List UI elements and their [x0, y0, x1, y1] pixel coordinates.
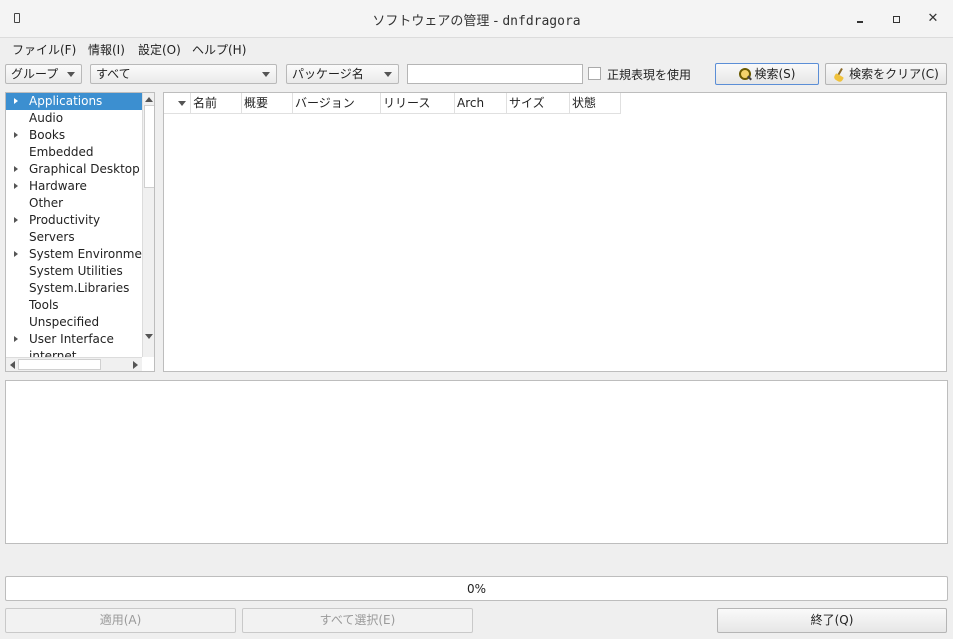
column-header-release[interactable]: リリース: [381, 93, 455, 114]
expander-icon[interactable]: [14, 166, 18, 172]
title-bar: ソフトウェアの管理 - dnfdragora ✕: [0, 0, 953, 38]
view-mode-combo[interactable]: グループ: [5, 64, 82, 84]
group-item[interactable]: Unspecified: [6, 314, 142, 331]
maximize-button[interactable]: [888, 11, 904, 27]
group-tree-hscrollbar[interactable]: [6, 357, 142, 371]
group-item[interactable]: Graphical Desktop: [6, 161, 142, 178]
group-tree[interactable]: Applications Audio Books Embedded Graphical …: [5, 92, 155, 372]
group-item-label: Unspecified: [29, 315, 100, 329]
group-item[interactable]: Books: [6, 127, 142, 144]
group-item-label: Productivity: [29, 213, 101, 227]
scroll-up-icon[interactable]: [145, 97, 153, 102]
menu-bar: ファイル(F) 情報(I) 設定(O) ヘルプ(H): [0, 38, 953, 60]
menu-info[interactable]: 情報(I): [88, 41, 125, 58]
group-item[interactable]: Embedded: [6, 144, 142, 161]
group-item-label: System Utilities: [29, 264, 123, 278]
group-item[interactable]: Servers: [6, 229, 142, 246]
expander-icon[interactable]: [14, 183, 18, 189]
group-item-label: Applications: [29, 94, 103, 108]
menu-file[interactable]: ファイル(F): [12, 41, 76, 58]
menu-help[interactable]: ヘルプ(H): [192, 41, 246, 58]
window-title-text: ソフトウェアの管理: [372, 14, 490, 29]
group-item[interactable]: System Environment: [6, 246, 142, 263]
progress-label: 0%: [466, 582, 487, 596]
group-item-label: Servers: [29, 230, 75, 244]
expander-icon[interactable]: [14, 251, 18, 257]
search-button-label: 検索(S): [754, 67, 796, 81]
group-item[interactable]: internet: [6, 348, 142, 357]
minimize-button[interactable]: [852, 11, 868, 27]
group-item-label: Hardware: [29, 179, 87, 193]
clear-search-button[interactable]: 検索をクリア(C): [825, 63, 947, 85]
apply-button[interactable]: 適用(A): [5, 608, 236, 633]
chevron-down-icon: [67, 72, 75, 77]
chevron-down-icon: [262, 72, 270, 77]
group-list: Applications Audio Books Embedded Graphical …: [6, 93, 142, 357]
search-field-combo[interactable]: パッケージ名: [286, 64, 399, 84]
regex-label: 正規表現を使用: [607, 68, 692, 82]
group-item[interactable]: Applications: [6, 93, 142, 110]
filter-combo[interactable]: すべて: [90, 64, 277, 84]
group-item[interactable]: Productivity: [6, 212, 142, 229]
package-table[interactable]: 名前 概要 バージョン リリース Arch サイズ 状態: [163, 92, 947, 372]
menu-settings[interactable]: 設定(O): [138, 41, 181, 58]
column-header-arch[interactable]: Arch: [455, 93, 507, 114]
group-item[interactable]: System Utilities: [6, 263, 142, 280]
expander-icon[interactable]: [14, 217, 18, 223]
progress-bar: 0%: [5, 576, 948, 601]
expander-icon[interactable]: [14, 336, 18, 342]
group-item-label: Audio: [29, 111, 64, 125]
group-item-label: System.Libraries: [29, 281, 130, 295]
window-title-separator: -: [489, 14, 503, 29]
column-header-size[interactable]: サイズ: [507, 93, 570, 114]
scroll-down-icon[interactable]: [145, 334, 153, 339]
column-header-status[interactable]: 状態: [570, 93, 621, 114]
select-all-button[interactable]: すべて選択(E): [242, 608, 473, 633]
group-item[interactable]: Other: [6, 195, 142, 212]
group-item-label: Tools: [29, 298, 59, 312]
scrollbar-thumb[interactable]: [144, 105, 154, 188]
group-item[interactable]: Tools: [6, 297, 142, 314]
column-header-summary[interactable]: 概要: [242, 93, 293, 114]
package-info-panel: [5, 380, 948, 544]
filter-value: すべて: [96, 67, 131, 81]
close-button[interactable]: ✕: [925, 11, 941, 27]
window-app-name: dnfdragora: [502, 14, 581, 29]
group-item-label: Books: [29, 128, 66, 142]
broom-icon: [833, 68, 846, 82]
group-item[interactable]: Hardware: [6, 178, 142, 195]
view-mode-value: グループ: [11, 67, 59, 81]
column-header-name[interactable]: 名前: [191, 93, 242, 114]
expander-icon[interactable]: [14, 98, 18, 104]
chevron-down-icon: [384, 72, 392, 77]
window-title: ソフトウェアの管理 - dnfdragora: [0, 10, 953, 29]
group-item[interactable]: System.Libraries: [6, 280, 142, 297]
scroll-right-icon[interactable]: [133, 361, 138, 369]
search-icon: [738, 68, 752, 81]
group-item-label: User Interface: [29, 332, 114, 346]
column-header-version[interactable]: バージョン: [293, 93, 381, 114]
scrollbar-thumb[interactable]: [18, 359, 101, 370]
search-field-value: パッケージ名: [292, 67, 364, 81]
group-item-label: Embedded: [29, 145, 94, 159]
group-tree-vscrollbar[interactable]: [142, 93, 154, 357]
group-item-label: internet: [29, 349, 77, 357]
group-item[interactable]: Audio: [6, 110, 142, 127]
search-button[interactable]: 検索(S): [715, 63, 819, 85]
close-icon: ✕: [927, 11, 939, 26]
clear-search-label: 検索をクリア(C): [849, 67, 939, 81]
select-column-header[interactable]: [164, 93, 191, 114]
group-item-label: System Environment: [29, 247, 142, 261]
group-item[interactable]: User Interface: [6, 331, 142, 348]
group-item-label: Other: [29, 196, 64, 210]
regex-checkbox[interactable]: [588, 67, 601, 80]
sort-arrow-icon: [178, 101, 186, 106]
expander-icon[interactable]: [14, 132, 18, 138]
search-input[interactable]: [407, 64, 583, 84]
group-item-label: Graphical Desktop: [29, 162, 140, 176]
scroll-left-icon[interactable]: [10, 361, 15, 369]
quit-button[interactable]: 終了(Q): [717, 608, 947, 633]
